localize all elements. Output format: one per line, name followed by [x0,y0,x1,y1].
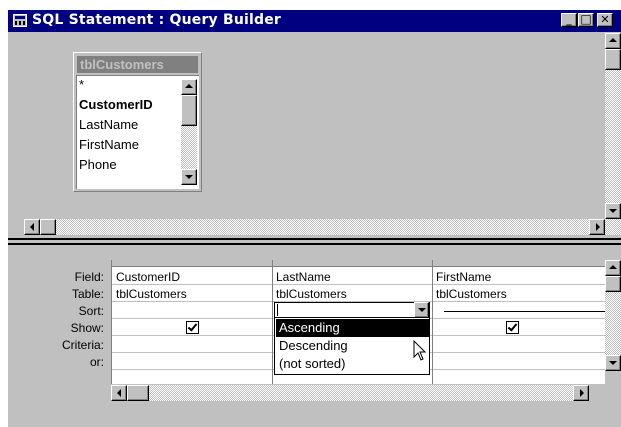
row-label-show: Show: [70,321,104,335]
table-pane-hscroll-track[interactable] [24,219,605,235]
scroll-up-button[interactable] [605,33,621,49]
scroll-up-button[interactable] [181,79,197,95]
checkbox-checked-icon[interactable] [186,321,199,334]
field-list-title[interactable]: tblCustomers [77,56,198,73]
scroll-right-button[interactable] [573,385,589,401]
field-item-lastname[interactable]: LastName [79,117,138,132]
cell-table-1[interactable]: tblCustomers [116,287,187,301]
cell-field-2[interactable]: LastName [276,270,331,284]
field-list-box: * CustomerID LastName FirstName Phone [76,75,199,189]
grid-line [111,260,112,384]
row-label-table: Table: [71,287,104,301]
sort-combobox[interactable] [274,302,430,318]
window-title: SQL Statement : Query Builder [32,12,282,28]
checkbox-checked-icon[interactable] [506,321,519,334]
sort-dropdown-list: Ascending Descending (not sorted) [274,317,430,375]
row-label-criteria: Criteria: [61,338,104,352]
cell-field-3[interactable]: FirstName [436,270,491,284]
scroll-left-button[interactable] [111,385,127,401]
scroll-down-button[interactable] [181,169,197,185]
scroll-left-button[interactable] [24,219,40,235]
grid-vscroll-thumb[interactable] [605,276,621,292]
minimize-button[interactable]: _ [561,13,577,27]
scroll-down-button[interactable] [605,203,621,219]
scroll-right-button[interactable] [589,219,605,235]
row-label-field: Field: [74,270,104,284]
field-list-vscroll-thumb[interactable] [181,95,197,126]
field-item-all[interactable]: * [79,77,84,92]
table-pane-hscroll-thumb[interactable] [40,219,56,235]
table-pane-vscroll-thumb[interactable] [605,49,621,70]
close-button[interactable]: ✕ [597,13,613,27]
mouse-pointer-icon [413,340,427,361]
grid-line [111,284,605,285]
grid-line [432,260,433,384]
pane-splitter[interactable] [8,238,621,245]
field-item-firstname[interactable]: FirstName [79,137,139,152]
field-item-customerid[interactable]: CustomerID [79,97,153,112]
query-builder-window: SQL Statement : Query Builder _ □ ✕ tblC… [8,10,621,427]
grid-hscroll-thumb[interactable] [127,385,149,401]
title-bar[interactable]: SQL Statement : Query Builder _ □ ✕ [8,10,621,32]
field-list-tblcustomers[interactable]: tblCustomers * CustomerID LastName First… [73,52,202,192]
dropdown-option-not-sorted[interactable]: (not sorted) [276,355,429,373]
maximize-button[interactable]: □ [578,13,594,27]
text-caret [277,304,278,316]
row-label-or: or: [89,355,104,369]
grid-hscroll-track[interactable] [111,385,589,401]
cell-table-2[interactable]: tblCustomers [276,287,347,301]
scroll-down-button[interactable] [605,355,621,371]
row-label-sort: Sort: [78,304,104,318]
table-icon[interactable] [13,14,27,27]
cell-table-3[interactable]: tblCustomers [436,287,507,301]
dropdown-option-descending[interactable]: Descending [276,337,429,355]
grid-line [272,260,273,384]
insertion-line [444,311,621,312]
scroll-up-button[interactable] [605,260,621,276]
dropdown-option-ascending[interactable]: Ascending [276,319,429,337]
chevron-down-icon[interactable] [414,302,429,318]
field-item-phone[interactable]: Phone [79,157,117,172]
column-selector-bar[interactable] [111,260,605,267]
cell-field-1[interactable]: CustomerID [116,270,180,284]
